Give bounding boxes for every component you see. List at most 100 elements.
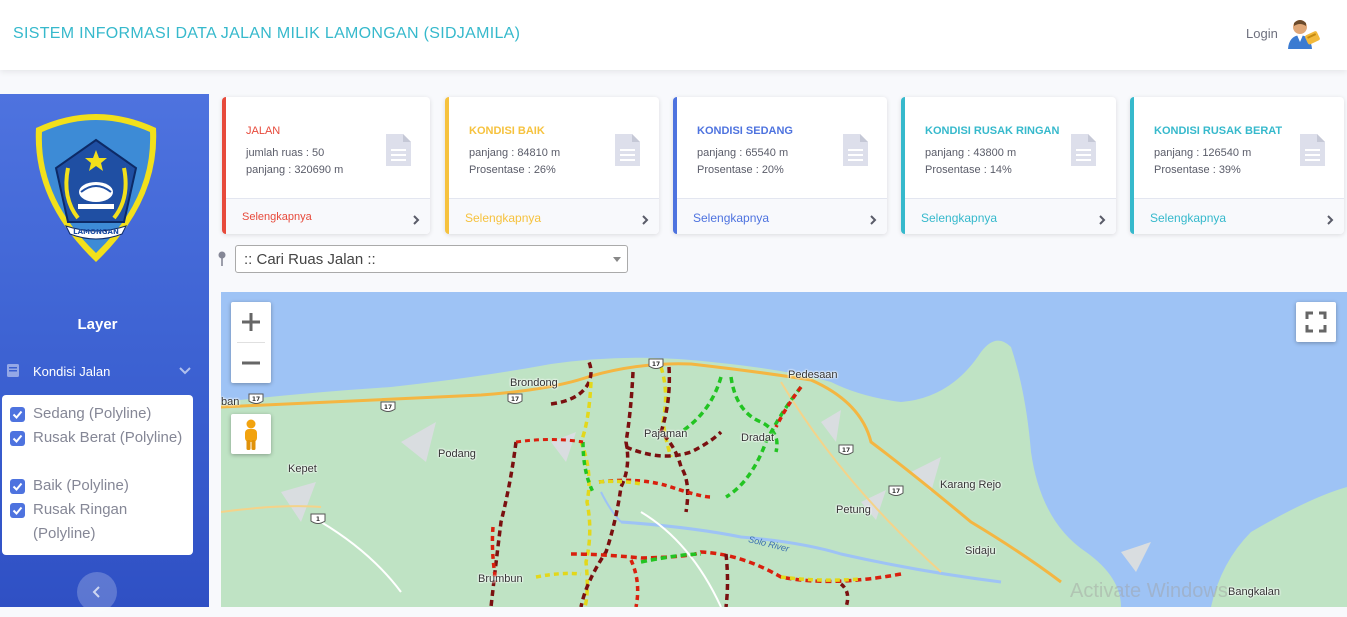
activate-windows-watermark: Activate Windows	[1070, 580, 1228, 602]
map-canvas[interactable]	[221, 292, 1347, 607]
app-title: SISTEM INFORMASI DATA JALAN MILIK LAMONG…	[13, 25, 521, 42]
place-label: Sidaju	[965, 545, 996, 557]
layer-label: Sedang (Polyline)	[33, 405, 152, 422]
card-title: KONDISI SEDANG	[697, 125, 793, 137]
card-footer[interactable]: Selengkapnya	[1134, 198, 1344, 234]
sidebar-toggle-button[interactable]	[77, 572, 117, 612]
file-icon	[386, 134, 411, 166]
zoom-in-button[interactable]	[231, 302, 271, 342]
place-label: Karang Rejo	[940, 479, 1002, 491]
route-label: 1	[316, 516, 320, 523]
card-line-1: panjang : 65540 m	[697, 147, 789, 159]
route-shield: 17	[648, 358, 664, 371]
place-label: Brumbun	[478, 573, 523, 585]
kondisi-jalan-label: Kondisi Jalan	[33, 364, 111, 379]
card-line-2: panjang : 320690 m	[246, 164, 344, 176]
card-line-1: panjang : 84810 m	[469, 147, 561, 159]
road-map[interactable]: 17 17 17 17 17 17 1 Brondong Pedesaan ba…	[221, 292, 1347, 607]
card-kondisi-rusak-berat: KONDISI RUSAK BERAT panjang : 126540 m P…	[1130, 97, 1344, 234]
checkbox-rusak-ringan[interactable]	[10, 503, 25, 518]
card-footer[interactable]: Selengkapnya	[226, 198, 430, 234]
route-shield: 1	[310, 513, 326, 526]
place-label: Pajaman	[644, 428, 688, 440]
zoom-control	[231, 302, 271, 383]
book-icon	[6, 363, 20, 378]
route-shield: 17	[838, 444, 854, 457]
place-label: Pedesaan	[788, 369, 838, 381]
chevron-right-icon	[412, 212, 420, 225]
selengkapnya-link[interactable]: Selengkapnya	[465, 211, 541, 225]
select-value: :: Cari Ruas Jalan ::	[244, 251, 376, 268]
layer-label: Rusak Berat (Polyline)	[33, 429, 183, 446]
user-avatar-icon[interactable]	[1286, 18, 1320, 50]
place-label: Podang	[438, 448, 476, 460]
layer-title: Layer	[77, 316, 118, 333]
route-label: 17	[652, 361, 660, 368]
checkbox-rusak-berat[interactable]	[10, 431, 25, 446]
file-icon	[615, 134, 640, 166]
minus-icon	[242, 361, 260, 365]
selengkapnya-link[interactable]: Selengkapnya	[1150, 211, 1226, 225]
route-shield: 17	[380, 401, 396, 414]
place-label: Bangkalan	[1228, 586, 1280, 598]
card-title: KONDISI RUSAK BERAT	[1154, 125, 1283, 137]
chevron-down-icon	[178, 364, 192, 378]
card-footer[interactable]: Selengkapnya	[677, 198, 887, 234]
layer-list-panel: Sedang (Polyline) Rusak Berat (Polyline)…	[2, 395, 193, 555]
checkbox-baik[interactable]	[10, 479, 25, 494]
file-icon	[843, 134, 868, 166]
card-line-2: Prosentase : 20%	[697, 164, 784, 176]
route-shield: 17	[507, 393, 523, 406]
chevron-right-icon	[869, 212, 877, 225]
card-line-2: Prosentase : 26%	[469, 164, 556, 176]
caret-down-icon	[613, 257, 621, 262]
kondisi-jalan-menu[interactable]: Kondisi Jalan	[6, 362, 196, 382]
card-kondisi-sedang: KONDISI SEDANG panjang : 65540 m Prosent…	[673, 97, 887, 234]
card-jalan: JALAN jumlah ruas : 50 panjang : 320690 …	[222, 97, 430, 234]
map-pin-icon	[217, 251, 227, 267]
logo-text: LAMONGAN	[73, 228, 119, 236]
chevron-right-icon	[641, 212, 649, 225]
plus-icon	[242, 313, 260, 331]
pegman-icon	[245, 419, 257, 450]
chevron-right-icon	[1326, 212, 1334, 225]
login-link[interactable]: Login	[1246, 26, 1278, 41]
selengkapnya-link[interactable]: Selengkapnya	[242, 211, 312, 223]
selengkapnya-link[interactable]: Selengkapnya	[693, 211, 769, 225]
top-navbar: SISTEM INFORMASI DATA JALAN MILIK LAMONG…	[0, 0, 1347, 70]
card-line-2: Prosentase : 39%	[1154, 164, 1241, 176]
street-view-pegman[interactable]	[231, 414, 271, 454]
card-title: JALAN	[246, 125, 281, 137]
fullscreen-button[interactable]	[1296, 302, 1336, 342]
route-shield: 17	[888, 485, 904, 498]
place-label: Petung	[836, 504, 871, 516]
selengkapnya-link[interactable]: Selengkapnya	[921, 211, 997, 225]
cari-ruas-jalan-select[interactable]: :: Cari Ruas Jalan ::	[235, 245, 628, 273]
card-title: KONDISI BAIK	[469, 125, 545, 137]
route-label: 17	[252, 396, 260, 403]
card-footer[interactable]: Selengkapnya	[905, 198, 1116, 234]
card-line-1: panjang : 43800 m	[925, 147, 1017, 159]
place-label: Kepet	[288, 463, 317, 475]
zoom-out-button[interactable]	[231, 343, 271, 383]
lamongan-logo: LAMONGAN	[28, 106, 164, 266]
card-line-2: Prosentase : 14%	[925, 164, 1012, 176]
sidebar: LAMONGAN Layer Kondisi Jalan Sedang (Pol…	[0, 94, 209, 612]
file-icon	[1300, 134, 1325, 166]
route-shield: 17	[248, 393, 264, 406]
file-icon	[1071, 134, 1096, 166]
chevron-right-icon	[1098, 212, 1106, 225]
route-label: 17	[511, 396, 519, 403]
fullscreen-icon	[1305, 311, 1327, 333]
card-kondisi-rusak-ringan: KONDISI RUSAK RINGAN panjang : 43800 m P…	[901, 97, 1116, 234]
route-label: 17	[384, 404, 392, 411]
layer-label: Rusak Ringan (Polyline)	[33, 501, 128, 542]
card-line-1: panjang : 126540 m	[1154, 147, 1252, 159]
route-label: 17	[842, 447, 850, 454]
place-label: ban	[221, 396, 240, 408]
checkbox-sedang[interactable]	[10, 407, 25, 422]
chevron-left-icon	[92, 586, 100, 598]
route-label: 17	[892, 488, 900, 495]
card-footer[interactable]: Selengkapnya	[449, 198, 659, 234]
place-label: Dradat	[741, 432, 775, 444]
